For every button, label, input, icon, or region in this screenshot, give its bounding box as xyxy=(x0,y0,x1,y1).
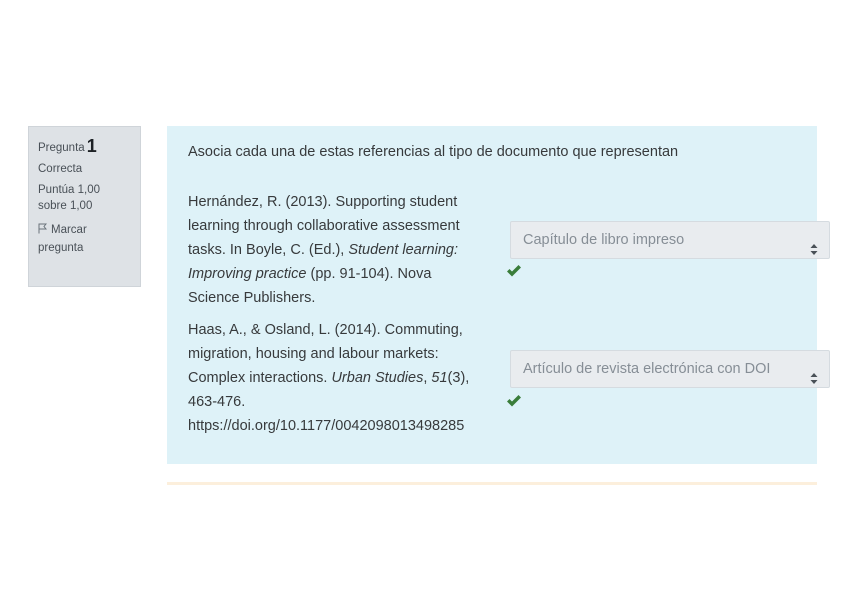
grade-line-1: Puntúa 1,00 xyxy=(38,184,101,196)
reference-1: Hernández, R. (2013). Supporting student… xyxy=(188,190,506,310)
reference-2-line: Haas, A., & Osland, L. (2014). Commuting… xyxy=(188,322,463,338)
check-icon xyxy=(506,264,522,278)
outcome-panel-edge xyxy=(167,482,817,485)
reference-1-line: Science Publishers. xyxy=(188,290,316,306)
question-number-line: Pregunta 1 xyxy=(38,136,140,157)
reference-2-line: Complex interactions. Urban Studies, 51(… xyxy=(188,370,470,386)
document-type-select-2[interactable]: Artículo de revista electrónica con DOI xyxy=(510,350,830,388)
reference-1-line: Hernández, R. (2013). Supporting student xyxy=(188,194,458,210)
grade-line-2: sobre 1,00 xyxy=(38,200,93,212)
flag-label-line-2: pregunta xyxy=(38,242,84,254)
question-state: Correcta xyxy=(38,163,83,175)
reference-1-line: learning through collaborative assessmen… xyxy=(188,218,460,234)
reference-1-line: Improving practice (pp. 91-104). Nova xyxy=(188,266,432,282)
flag-question-link[interactable]: Marcar pregunta xyxy=(38,221,140,257)
select-arrows-icon xyxy=(810,363,818,384)
select-value: Capítulo de libro impreso xyxy=(523,232,685,248)
question-text: Asocia cada una de estas referencias al … xyxy=(188,144,679,160)
question-number: 1 xyxy=(86,136,97,156)
reference-2-line: https://doi.org/10.1177/0042098013498285 xyxy=(188,418,465,434)
document-type-select-1[interactable]: Capítulo de libro impreso xyxy=(510,221,830,259)
question-content: Asocia cada una de estas referencias al … xyxy=(167,126,830,464)
select-value: Artículo de revista electrónica con DOI xyxy=(523,361,771,377)
reference-2-line: 463-476. xyxy=(188,394,246,410)
question-info-panel: Pregunta 1 Correcta Puntúa 1,00 sobre 1,0… xyxy=(28,126,141,287)
select-arrows-icon xyxy=(810,234,818,255)
flag-label-line-1: Marcar xyxy=(51,224,87,236)
check-icon xyxy=(506,394,522,408)
flag-icon xyxy=(38,222,48,234)
reference-2: Haas, A., & Osland, L. (2014). Commuting… xyxy=(188,318,506,438)
question-grade: Puntúa 1,00 sobre 1,00 xyxy=(38,182,140,214)
reference-1-line: tasks. In Boyle, C. (Ed.), Student learn… xyxy=(188,242,458,258)
question-label: Pregunta xyxy=(38,142,85,154)
reference-2-line: migration, housing and labour markets: xyxy=(188,346,439,362)
